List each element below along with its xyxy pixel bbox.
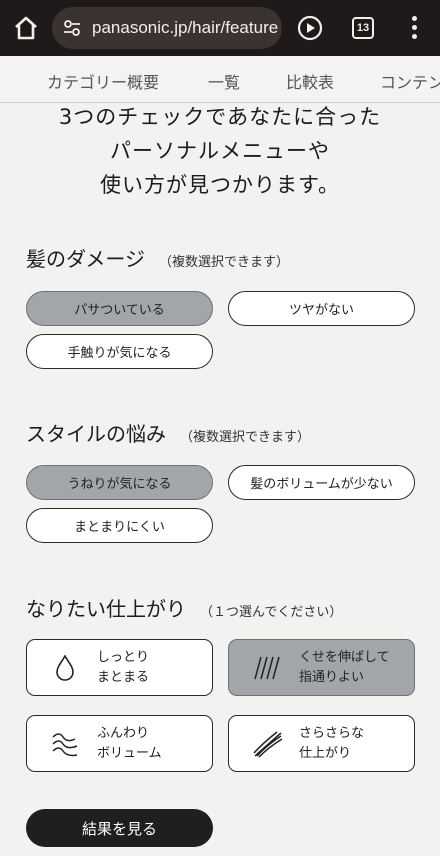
option-no-shine[interactable]: ツヤがない <box>228 291 415 326</box>
site-settings-icon[interactable] <box>62 18 82 38</box>
play-icon[interactable] <box>297 15 323 41</box>
more-menu-icon[interactable] <box>404 14 424 42</box>
home-icon[interactable] <box>12 14 40 42</box>
option-hard-to-manage[interactable]: まとまりにくい <box>26 508 213 543</box>
card-label-line: 指通りよい <box>299 670 365 685</box>
nav-item-category-overview[interactable]: カテゴリー概要 <box>47 69 159 93</box>
card-label-line: くせを伸ばして <box>299 650 390 665</box>
view-results-button[interactable]: 結果を見る <box>26 809 213 847</box>
flowing-strands-icon <box>253 731 283 758</box>
damage-note: （複数選択できます） <box>159 255 290 270</box>
category-nav: カテゴリー概要 一覧 比較表 コンテン <box>0 56 440 103</box>
finish-option-volume[interactable]: ふんわり ボリューム <box>26 715 213 772</box>
card-label-line: 仕上がり <box>299 746 352 761</box>
style-note: （複数選択できます） <box>180 430 311 445</box>
style-section-title: スタイルの悩み （複数選択できます） <box>26 418 310 447</box>
intro-text: 3つのチェックであなたに合った パーソナルメニューや 使い方が見つかります。 <box>0 100 440 202</box>
finish-title: なりたい仕上がり <box>26 597 186 621</box>
nav-item-contents[interactable]: コンテン <box>380 69 440 93</box>
intro-line: 3つのチェックであなたに合った <box>58 105 382 129</box>
url-text: panasonic.jp/hair/feature <box>92 18 279 37</box>
card-label-line: ボリューム <box>97 746 162 761</box>
wavy-lines-icon <box>52 733 78 757</box>
straight-lines-icon <box>254 656 280 680</box>
finish-option-straight[interactable]: くせを伸ばして 指通りよい <box>228 639 415 696</box>
option-dry-hair[interactable]: パサついている <box>26 291 213 326</box>
intro-line: 使い方が見つかります。 <box>100 173 340 197</box>
nav-item-comparison[interactable]: 比較表 <box>286 69 334 93</box>
finish-section-title: なりたい仕上がり （１つ選んでください） <box>26 593 342 622</box>
style-title: スタイルの悩み <box>26 422 166 446</box>
option-rough-texture[interactable]: 手触りが気になる <box>26 334 213 369</box>
finish-option-smooth[interactable]: さらさらな 仕上がり <box>228 715 415 772</box>
tab-switcher-button[interactable]: 13 <box>352 17 374 39</box>
browser-toolbar: panasonic.jp/hair/feature 13 <box>0 0 440 56</box>
option-low-volume[interactable]: 髪のボリュームが少ない <box>228 465 415 500</box>
finish-note: （１つ選んでください） <box>200 605 343 620</box>
option-frizz[interactable]: うねりが気になる <box>26 465 213 500</box>
nav-item-list[interactable]: 一覧 <box>208 69 240 93</box>
damage-section-title: 髪のダメージ （複数選択できます） <box>26 243 289 272</box>
card-label-line: さらさらな <box>299 726 365 741</box>
address-bar[interactable]: panasonic.jp/hair/feature <box>52 7 282 49</box>
droplet-icon <box>56 654 74 681</box>
damage-title: 髪のダメージ <box>26 247 145 271</box>
intro-line: パーソナルメニューや <box>110 139 330 163</box>
card-label-line: ふんわり <box>97 726 150 741</box>
card-label-line: まとまる <box>97 670 150 685</box>
card-label-line: しっとり <box>97 650 150 665</box>
finish-option-moist[interactable]: しっとり まとまる <box>26 639 213 696</box>
